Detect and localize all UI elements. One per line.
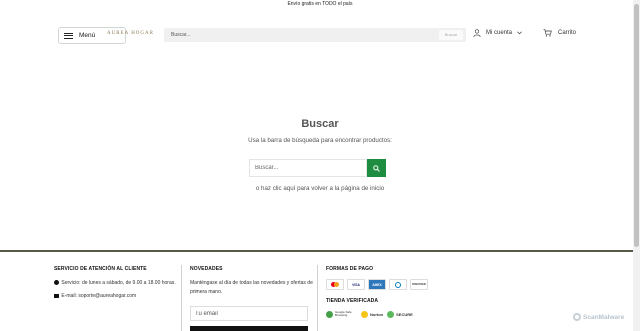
service-email-text: E-mail: soporte@aureahogar.com <box>61 293 137 299</box>
cart-button[interactable]: Carrito <box>543 29 576 37</box>
scrollbar-thumb[interactable] <box>634 4 639 247</box>
service-heading: SERVICIO DE ATENCIÓN AL CLIENTE <box>54 266 147 272</box>
site-footer: SERVICIO DE ATENCIÓN AL CLIENTE Servicio… <box>0 250 633 331</box>
hamburger-icon <box>64 32 73 39</box>
header-search: Buscar <box>164 28 466 42</box>
subscribe-button[interactable] <box>190 326 308 331</box>
main-search-button[interactable] <box>367 159 386 177</box>
home-link[interactable]: o haz clic aquí para volver a la página … <box>0 185 640 192</box>
visa-icon: VISA <box>347 279 365 290</box>
payment-methods: VISA AMEX DISCOVER <box>326 279 436 290</box>
secure-check-icon <box>387 310 395 318</box>
service-hours: Servicio: de lunes a sábado, de 9.00 a 1… <box>54 279 179 288</box>
page-subtitle: Usa la barra de búsqueda para encontrar … <box>248 137 392 144</box>
logo[interactable]: AUREA HOGAR <box>107 31 154 36</box>
search-icon <box>373 164 380 172</box>
envelope-icon <box>54 293 59 298</box>
account-menu[interactable]: Mi cuenta <box>473 29 522 37</box>
news-heading: NOVEDADES <box>190 266 223 272</box>
announcement-bar: Envío gratis en TODO el país <box>287 1 353 7</box>
menu-label: Menú <box>79 32 96 39</box>
clock-icon <box>54 280 59 286</box>
watermark-text: ScanMalware <box>583 313 625 321</box>
footer-service: SERVICIO DE ATENCIÓN AL CLIENTE Servicio… <box>54 266 179 301</box>
user-icon <box>473 29 481 37</box>
amex-icon: AMEX <box>368 279 386 290</box>
verified-heading: TIENDA VERIFICADA <box>326 298 379 304</box>
scanmalware-logo-icon <box>573 313 581 321</box>
divider <box>181 265 182 331</box>
norton-check-icon <box>361 310 368 318</box>
service-hours-text: Servicio: de lunes a sábado, de 9.00 a 1… <box>61 280 176 286</box>
norton-badge: Norton <box>361 308 383 320</box>
divider <box>317 265 318 331</box>
page-title: Buscar <box>301 118 339 130</box>
verified-badges: Google Safe Browsing Norton SECURE <box>326 308 436 320</box>
newsletter-email-input[interactable] <box>190 306 308 321</box>
secure-badge: SECURE <box>387 308 413 320</box>
account-label: Mi cuenta <box>486 30 513 36</box>
scrollbar[interactable] <box>633 0 640 331</box>
footer-payment: FORMAS DE PAGO VISA AMEX DISCOVER TIENDA… <box>326 266 436 320</box>
google-safe-badge: Google Safe Browsing <box>326 308 357 320</box>
cart-label: Carrito <box>558 30 577 36</box>
header-search-button[interactable]: Buscar <box>439 30 463 40</box>
main-search-input[interactable] <box>249 159 367 177</box>
payment-heading: FORMAS DE PAGO <box>326 266 374 272</box>
mastercard-icon <box>326 279 344 290</box>
google-shield-icon <box>326 310 333 318</box>
service-email[interactable]: E-mail: soporte@aureahogar.com <box>54 292 179 301</box>
news-text: Manténgase al día de todas las novedades… <box>190 280 313 295</box>
site-header: Menú AUREA HOGAR Buscar Mi cuenta Carrit… <box>0 24 640 48</box>
watermark: ScanMalware <box>573 313 624 321</box>
cart-icon <box>543 29 552 37</box>
header-search-input[interactable] <box>164 28 434 42</box>
chevron-down-icon <box>517 31 522 35</box>
diners-icon <box>389 279 407 290</box>
footer-news: NOVEDADES Manténgase al día de todas las… <box>190 266 315 331</box>
main-search <box>249 159 386 177</box>
discover-icon: DISCOVER <box>410 279 428 290</box>
